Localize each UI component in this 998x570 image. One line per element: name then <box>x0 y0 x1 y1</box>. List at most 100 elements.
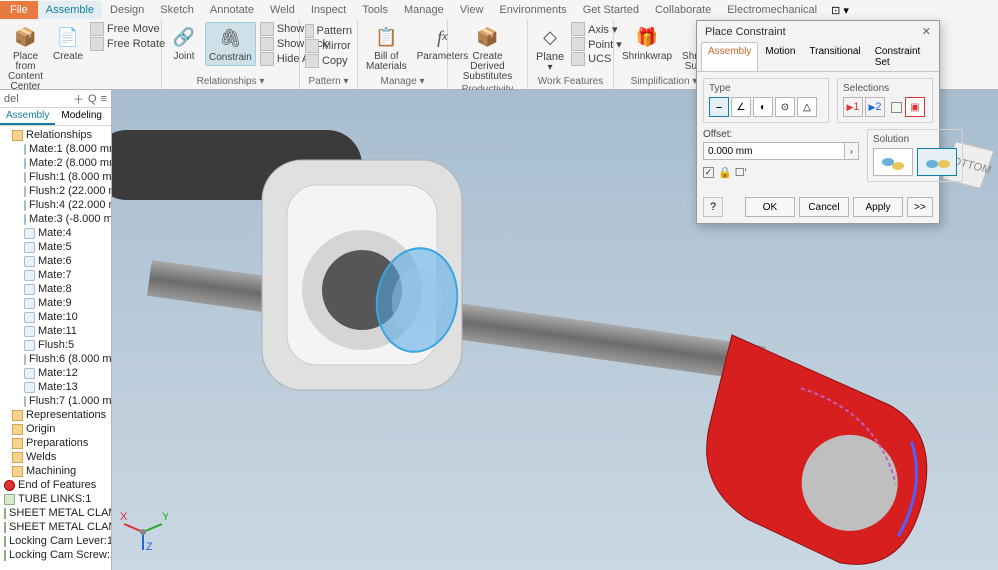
tab-sketch[interactable]: Sketch <box>152 1 202 19</box>
ok-button[interactable]: OK <box>745 197 795 217</box>
tree-end-of-features[interactable]: End of Features <box>0 478 111 492</box>
tab-annotate[interactable]: Annotate <box>202 1 262 19</box>
selection-2-button[interactable]: ▶2 <box>865 97 885 117</box>
tab-collaborate[interactable]: Collaborate <box>647 1 719 19</box>
tab-electromechanical[interactable]: Electromechanical <box>719 1 825 19</box>
free-rotate-button[interactable]: Free Rotate <box>90 37 165 51</box>
tree-constraint-item[interactable]: Flush:7 (1.000 mm) <box>0 394 111 408</box>
tree-constraint-item[interactable]: Mate:5 <box>0 240 111 254</box>
tree-constraint-item[interactable]: Flush:2 (22.000 mm) <box>0 184 111 198</box>
tree-constraint-item[interactable]: Mate:8 <box>0 282 111 296</box>
tab-tools[interactable]: Tools <box>354 1 396 19</box>
tree-constraint-item[interactable]: Mate:11 <box>0 324 111 338</box>
tree-part-item[interactable]: Locking Cam Screw:1 <box>0 548 111 562</box>
tab-weld[interactable]: Weld <box>262 1 303 19</box>
tab-environments[interactable]: Environments <box>491 1 574 19</box>
tree-constraint-item[interactable]: Flush:5 <box>0 338 111 352</box>
dlg-tab-transitional[interactable]: Transitional <box>802 42 867 71</box>
tree-part-item[interactable]: SHEET METAL CLAMP SM:... <box>0 520 111 534</box>
tree-constraint-item[interactable]: Mate:13 <box>0 380 111 394</box>
browser-search-icon[interactable]: Q <box>88 93 97 105</box>
tree-constraint-item[interactable]: Mate:3 (-8.000 mm) <box>0 212 111 226</box>
tree-origin[interactable]: Origin <box>0 422 111 436</box>
tree-constraint-item[interactable]: Mate:9 <box>0 296 111 310</box>
tree-relationships-folder[interactable]: Relationships <box>0 128 111 142</box>
expand-button[interactable]: >> <box>907 197 933 217</box>
tree-constraint-item[interactable]: Flush:4 (22.000 mm) <box>0 198 111 212</box>
tab-inspect[interactable]: Inspect <box>303 1 354 19</box>
pick-part-first-button[interactable]: ▣ <box>905 97 925 117</box>
tree-constraint-item[interactable]: Mate:12 <box>0 366 111 380</box>
browser-add-icon[interactable]: ＋ <box>73 91 84 107</box>
tab-assemble[interactable]: Assemble <box>38 1 102 19</box>
copy-button[interactable]: Copy <box>305 54 352 68</box>
offset-input[interactable] <box>703 142 845 160</box>
tree-part-item[interactable]: Locking Cam Lever:1 <box>0 534 111 548</box>
constrain-button[interactable]: 🖇 Constrain <box>205 22 256 66</box>
derived-substitutes-button[interactable]: 📦 Create Derived Substitutes <box>453 22 522 84</box>
tree-constraint-item[interactable]: Mate:2 (8.000 mm) <box>0 156 111 170</box>
free-move-button[interactable]: Free Move <box>90 22 165 36</box>
axis-icon <box>571 22 585 36</box>
tree-part-item[interactable]: SHEET METAL CLAMP SM:... <box>0 506 111 520</box>
plane-button[interactable]: ◇ Plane ▾ <box>533 22 567 75</box>
type-insert-button[interactable]: ⊙ <box>775 97 795 117</box>
cancel-button[interactable]: Cancel <box>799 197 849 217</box>
shrinkwrap-button[interactable]: 🎁 Shrinkwrap <box>619 22 675 64</box>
browser-tabs: Assembly Modeling <box>0 108 111 126</box>
end-icon <box>4 480 15 491</box>
solution-flush-button[interactable] <box>917 148 957 176</box>
mirror-button[interactable]: Mirror <box>305 39 352 53</box>
dialog-close-button[interactable]: ✕ <box>922 25 931 38</box>
tree-representations[interactable]: Representations <box>0 408 111 422</box>
tree-constraint-item[interactable]: Mate:6 <box>0 254 111 268</box>
dlg-tab-motion[interactable]: Motion <box>758 42 802 71</box>
create-button[interactable]: 📄 Create <box>50 22 86 64</box>
selection-1-button[interactable]: ▶1 <box>843 97 863 117</box>
orientation-triad[interactable]: X Y Z <box>118 502 168 552</box>
folder-icon <box>12 410 23 421</box>
dlg-tab-constraint-set[interactable]: Constraint Set <box>868 42 939 71</box>
tree-welds[interactable]: Welds <box>0 450 111 464</box>
joint-button[interactable]: 🔗 Joint <box>167 22 201 64</box>
panel-manage-label[interactable]: Manage ▾ <box>363 76 442 87</box>
tree-preparations[interactable]: Preparations <box>0 436 111 450</box>
browser-tab-modeling[interactable]: Modeling <box>55 108 108 125</box>
type-symmetry-button[interactable]: △ <box>797 97 817 117</box>
bom-button[interactable]: 📋 Bill of Materials <box>363 22 410 74</box>
tab-getstarted[interactable]: Get Started <box>575 1 647 19</box>
tab-design[interactable]: Design <box>102 1 152 19</box>
place-from-content-center-button[interactable]: 📦 Place from Content Center <box>5 22 46 94</box>
browser-menu-icon[interactable]: ≡ <box>101 93 107 105</box>
dlg-tab-assembly[interactable]: Assembly <box>701 42 758 71</box>
tab-view[interactable]: View <box>452 1 492 19</box>
tab-manage[interactable]: Manage <box>396 1 452 19</box>
tree-constraint-item[interactable]: Mate:10 <box>0 310 111 324</box>
tree-constraint-item[interactable]: Flush:6 (8.000 mm) <box>0 352 111 366</box>
apply-button[interactable]: Apply <box>853 197 903 217</box>
tree-constraint-item[interactable]: Mate:1 (8.000 mm) <box>0 142 111 156</box>
preview-checkbox[interactable] <box>703 167 714 178</box>
offset-flyout-button[interactable]: › <box>845 142 859 160</box>
panel-pattern-label[interactable]: Pattern ▾ <box>305 76 352 87</box>
tab-file[interactable]: File <box>0 1 38 19</box>
dialog-help-button[interactable]: ? <box>703 197 723 217</box>
pattern-button[interactable]: Pattern <box>305 24 352 38</box>
solution-mate-button[interactable] <box>873 148 913 176</box>
tree-constraint-item[interactable]: Flush:1 (8.000 mm) <box>0 170 111 184</box>
folder-icon <box>12 130 23 141</box>
constrain-icon: 🖇 <box>216 25 244 51</box>
type-tangent-button[interactable]: ◐ <box>753 97 773 117</box>
tree-constraint-item[interactable]: Mate:7 <box>0 268 111 282</box>
ribbon-end-icon[interactable]: ⊡ ▾ <box>831 4 849 17</box>
tree-part-item[interactable]: TUBE LINKS:1 <box>0 492 111 506</box>
tree-constraint-item[interactable]: Mate:4 <box>0 226 111 240</box>
type-mate-button[interactable]: ⎯ <box>709 97 729 117</box>
tree-machining[interactable]: Machining <box>0 464 111 478</box>
part-icon <box>4 508 6 519</box>
pick-part-checkbox[interactable] <box>891 102 902 113</box>
type-angle-button[interactable]: ∠ <box>731 97 751 117</box>
panel-relationships-label[interactable]: Relationships ▾ <box>167 76 294 87</box>
dialog-title: Place Constraint <box>705 26 786 38</box>
browser-tab-assembly[interactable]: Assembly <box>0 108 55 125</box>
